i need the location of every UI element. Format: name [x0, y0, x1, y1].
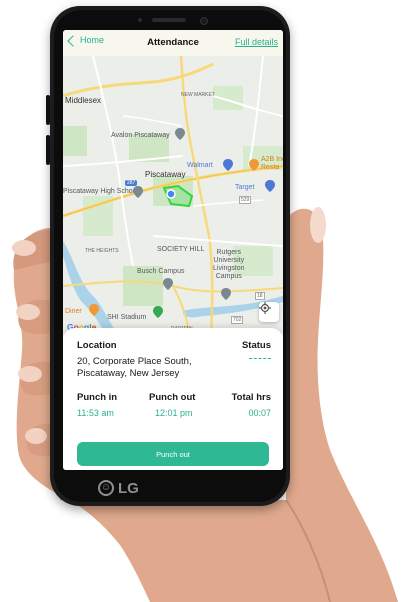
total-hrs-label: Total hrs — [231, 392, 271, 403]
map-label-piscataway: Piscataway — [145, 170, 186, 179]
stadium-pin-icon — [153, 306, 163, 318]
status-label: Status — [241, 340, 271, 351]
map-label-avalon: Avalon Piscataway — [111, 132, 170, 139]
map-label-shi-stadium: SHI Stadium — [107, 314, 147, 321]
app-screen: Home Attendance Full details Middlesex N… — [63, 30, 283, 470]
map-label-high-school: Piscataway High School — [63, 188, 139, 195]
punch-out-value: 12:01 pm — [155, 408, 193, 418]
campus-pin-icon — [163, 278, 173, 290]
my-location-button[interactable] — [259, 302, 279, 322]
highway-shield-287: 287 — [125, 180, 138, 186]
crosshair-icon — [259, 302, 271, 314]
sensor-icon — [200, 17, 208, 25]
map-label-the-heights: THE HEIGHTS — [85, 248, 119, 254]
total-hrs-value: 00:07 — [248, 408, 271, 418]
scene: ☺ LG Home Attendance Full details Middle… — [0, 0, 403, 602]
map-view[interactable]: Middlesex NEW MARKET Avalon Piscataway W… — [63, 56, 283, 334]
route-shield-18: 18 — [255, 292, 265, 300]
full-details-link[interactable]: Full details — [235, 37, 278, 47]
device-brand: LG — [118, 479, 139, 497]
restaurant-pin-icon — [249, 159, 259, 171]
campus-pin-icon — [221, 288, 231, 300]
map-label-target: Target — [235, 184, 255, 191]
map-label-new-market: NEW MARKET — [181, 92, 215, 98]
punch-in-value: 11:53 am — [77, 408, 114, 418]
school-pin-icon — [133, 186, 143, 198]
map-label-diner: Diner — [65, 308, 82, 315]
route-shield-702: 702 — [231, 316, 244, 324]
map-label-middlesex: Middlesex — [65, 96, 102, 105]
speaker-grille — [152, 18, 186, 22]
location-address: 20, Corporate Place South, Piscataway, N… — [77, 356, 192, 379]
map-label-restaurant: A2B Indian Resta — [261, 156, 283, 171]
punch-out-button[interactable]: Punch out — [77, 442, 269, 466]
location-label: Location — [77, 340, 117, 351]
front-camera-icon — [138, 18, 142, 22]
status-value — [249, 358, 271, 359]
shopping-pin-icon — [265, 180, 275, 192]
volume-button — [46, 95, 50, 125]
top-bar: Home Attendance Full details — [63, 30, 283, 56]
volume-button — [46, 135, 50, 165]
map-label-society-hill: SOCIETY HILL — [157, 246, 205, 253]
punch-in-label: Punch in — [77, 392, 118, 403]
lg-logo-icon: ☺ — [98, 480, 114, 496]
device-logo: ☺ LG — [98, 478, 139, 498]
shopping-pin-icon — [223, 159, 233, 171]
route-shield-529: 529 — [239, 196, 252, 204]
map-pin-icon — [175, 128, 185, 140]
map-label-busch: Busch Campus — [137, 268, 185, 275]
map-label-rutgers: Rutgers University Livingston Campus — [213, 249, 245, 280]
punch-out-label: Punch out — [149, 392, 196, 403]
restaurant-pin-icon — [89, 304, 99, 316]
map-label-walmart: Walmart — [187, 162, 213, 169]
